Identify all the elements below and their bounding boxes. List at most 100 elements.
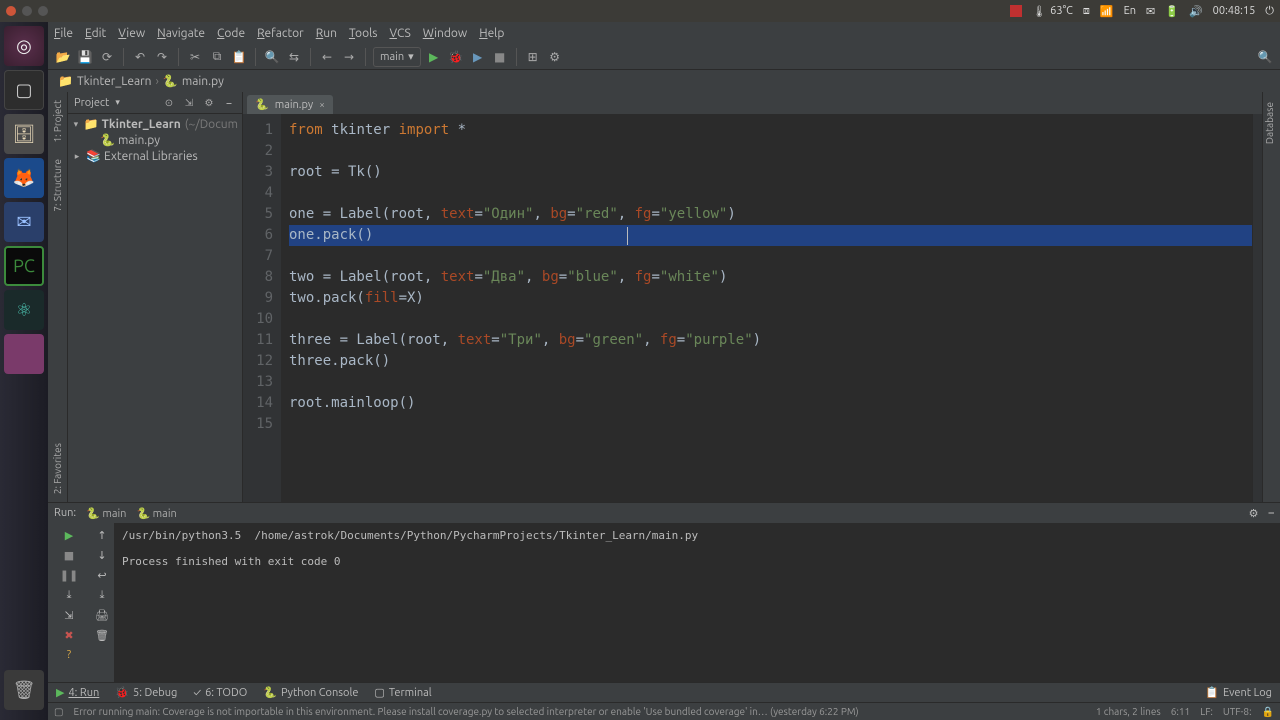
save-icon[interactable]: 💾 (76, 48, 94, 66)
dropbox-icon[interactable]: ⧈ (1083, 5, 1090, 18)
restore-icon[interactable]: ⇲ (61, 607, 77, 623)
find-icon[interactable]: 🔍 (263, 48, 281, 66)
dash-icon[interactable]: ◎ (4, 26, 44, 66)
replace-icon[interactable]: ⇆ (285, 48, 303, 66)
run-config-2[interactable]: 🐍 main (136, 507, 176, 520)
undo-icon[interactable]: ↶ (131, 48, 149, 66)
close-icon[interactable]: × (319, 99, 325, 110)
status-icon[interactable]: ▢ (54, 706, 63, 718)
tab-todo[interactable]: ✓ 6: TODO (193, 687, 247, 699)
menu-window[interactable]: Window (423, 27, 467, 40)
external-libs-node[interactable]: ▸ 📚 External Libraries (72, 148, 238, 164)
lock-icon[interactable]: 🔒 (1262, 706, 1274, 718)
tab-python-console[interactable]: 🐍 Python Console (263, 686, 358, 699)
run-config-1[interactable]: 🐍 main (86, 507, 126, 520)
pause-icon[interactable]: ❚❚ (61, 567, 77, 583)
editor-tab-main[interactable]: 🐍 main.py × (247, 95, 333, 114)
stop-icon[interactable]: ■ (491, 48, 509, 66)
scroll-icon[interactable]: ⤓ (94, 587, 110, 603)
run-config-select[interactable]: main ▾ (373, 47, 421, 67)
soft-wrap-icon[interactable]: ↩ (94, 567, 110, 583)
tab-structure-side[interactable]: 7: Structure (50, 151, 65, 220)
tab-debug[interactable]: 🐞 5: Debug (115, 686, 177, 699)
power-icon[interactable]: ⏻ (1265, 5, 1274, 18)
forward-icon[interactable]: → (340, 48, 358, 66)
terminal-icon[interactable]: ▢ (4, 70, 44, 110)
volume-icon[interactable]: 🔊 (1189, 5, 1203, 18)
window-maximize-icon[interactable] (38, 6, 48, 16)
gear-icon[interactable]: ⚙ (1249, 507, 1259, 520)
project-root-node[interactable]: ▾ 📁 Tkinter_Learn (~/Docum (72, 116, 238, 132)
cut-icon[interactable]: ✂ (186, 48, 204, 66)
copy-icon[interactable]: ⧉ (208, 48, 226, 66)
atom-icon[interactable]: ⚛ (4, 290, 44, 330)
pycharm-icon[interactable]: PC (4, 246, 44, 286)
files-icon[interactable]: 🗄 (4, 114, 44, 154)
run-label: Run: (54, 507, 76, 519)
status-encoding[interactable]: UTF-8: (1223, 706, 1252, 717)
tab-run[interactable]: ▶4: Run (56, 686, 99, 699)
menu-tools[interactable]: Tools (349, 27, 378, 40)
crumb-file[interactable]: main.py (182, 75, 224, 88)
gear-icon[interactable]: ⚙ (202, 96, 216, 110)
battery-icon[interactable]: 🔋 (1165, 5, 1179, 18)
hide-icon[interactable]: ⎯ (1269, 507, 1275, 520)
back-icon[interactable]: ← (318, 48, 336, 66)
sync-icon[interactable]: ⟳ (98, 48, 116, 66)
firefox-icon[interactable]: 🦊 (4, 158, 44, 198)
settings-icon[interactable]: ⚙ (546, 48, 564, 66)
down-icon[interactable]: ↓ (94, 547, 110, 563)
project-file-node[interactable]: 🐍 main.py (72, 132, 238, 148)
dump-icon[interactable]: ⤓ (61, 587, 77, 603)
debug-icon[interactable]: 🐞 (447, 48, 465, 66)
run-tool-window: Run: 🐍 main 🐍 main ⚙ ⎯ ▶ ■ ❚❚ ⤓ ⇲ ✖ ? ↑ … (48, 502, 1280, 682)
paste-icon[interactable]: 📋 (230, 48, 248, 66)
menu-refactor[interactable]: Refactor (257, 27, 304, 40)
code-content[interactable]: from tkinter import *root = Tk()one = La… (281, 114, 1252, 502)
crumb-project[interactable]: Tkinter_Learn (77, 75, 152, 88)
clear-icon[interactable]: 🗑 (94, 627, 110, 643)
rerun-icon[interactable]: ▶ (61, 527, 77, 543)
redo-icon[interactable]: ↷ (153, 48, 171, 66)
clock[interactable]: 00:48:15 (1213, 5, 1256, 17)
menu-help[interactable]: Help (479, 27, 504, 40)
editor-tab-label: main.py (275, 99, 314, 111)
tab-project-side[interactable]: 1: Project (50, 92, 65, 151)
menu-edit[interactable]: Edit (85, 27, 106, 40)
app-icon[interactable] (4, 334, 44, 374)
hide-icon[interactable]: ⎯ (222, 96, 236, 110)
menu-code[interactable]: Code (217, 27, 245, 40)
wifi-icon[interactable]: 📶 (1100, 5, 1114, 18)
autoscroll-icon[interactable]: ⊙ (162, 96, 176, 110)
help-icon[interactable]: ? (61, 647, 77, 663)
menu-run[interactable]: Run (316, 27, 337, 40)
window-minimize-icon[interactable] (22, 6, 32, 16)
close-icon[interactable]: ✖ (61, 627, 77, 643)
keyboard-lang[interactable]: En (1124, 5, 1136, 17)
collapse-icon[interactable]: ⇲ (182, 96, 196, 110)
tab-database-side[interactable]: Database (1263, 92, 1276, 154)
status-line-sep[interactable]: LF: (1200, 706, 1213, 717)
up-icon[interactable]: ↑ (94, 527, 110, 543)
search-everywhere-icon[interactable]: 🔍 (1256, 48, 1274, 66)
menu-file[interactable]: File (54, 27, 73, 40)
mail-icon[interactable]: ✉ (1146, 5, 1155, 18)
error-stripe[interactable] (1252, 114, 1262, 502)
thunderbird-icon[interactable]: ✉ (4, 202, 44, 242)
run-icon[interactable]: ▶ (425, 48, 443, 66)
open-icon[interactable]: 📂 (54, 48, 72, 66)
tab-terminal[interactable]: ▢ Terminal (374, 686, 431, 699)
menu-vcs[interactable]: VCS (389, 27, 410, 40)
run-coverage-icon[interactable]: ▶ (469, 48, 487, 66)
trash-icon[interactable]: 🗑 (4, 670, 44, 710)
tab-event-log[interactable]: 📋 Event Log (1205, 686, 1272, 699)
code-editor[interactable]: 123456789101112131415 from tkinter impor… (243, 114, 1262, 502)
window-close-icon[interactable] (6, 6, 16, 16)
stop-icon[interactable]: ■ (61, 547, 77, 563)
menu-navigate[interactable]: Navigate (157, 27, 205, 40)
menu-view[interactable]: View (118, 27, 145, 40)
print-icon[interactable]: 🖨 (94, 607, 110, 623)
structure-icon[interactable]: ⊞ (524, 48, 542, 66)
run-output[interactable]: /usr/bin/python3.5 /home/astrok/Document… (114, 523, 1280, 682)
tab-favorites-side[interactable]: 2: Favorites (50, 435, 65, 502)
